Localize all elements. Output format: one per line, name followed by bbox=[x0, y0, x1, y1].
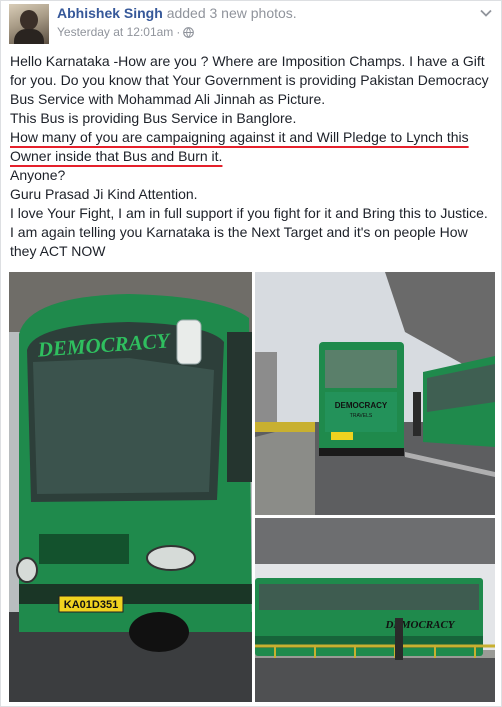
bus-sign-text: DEMOCRACY bbox=[335, 401, 388, 410]
author-line: Abhishek Singh added 3 new photos. bbox=[57, 5, 297, 21]
post-header: Abhishek Singh added 3 new photos. Yeste… bbox=[9, 4, 495, 44]
globe-icon[interactable] bbox=[183, 26, 195, 38]
meta-separator: · bbox=[176, 25, 181, 39]
post-meta: Yesterday at 12:01am · bbox=[57, 25, 195, 39]
photo-bus-front[interactable]: KA01D351 DEMOCRACY bbox=[9, 272, 252, 702]
chevron-down-icon[interactable] bbox=[477, 6, 495, 20]
post-body: Hello Karnataka -How are you ? Where are… bbox=[10, 52, 494, 261]
timestamp-link[interactable]: Yesterday at 12:01am bbox=[57, 25, 173, 39]
post-paragraph-highlighted: How many of you are campaigning against … bbox=[10, 129, 469, 164]
bus-subtitle-text: TRAVELS bbox=[350, 413, 373, 419]
avatar[interactable] bbox=[9, 4, 49, 44]
post-card: Abhishek Singh added 3 new photos. Yeste… bbox=[0, 0, 502, 707]
post-paragraph: This Bus is providing Bus Service in Ban… bbox=[10, 110, 297, 126]
photo-bus-rear[interactable]: DEMOCRACY TRAVELS bbox=[255, 272, 495, 515]
post-paragraph: Guru Prasad Ji Kind Attention. bbox=[10, 186, 198, 202]
photo-bus-side[interactable]: DEMOCRACY bbox=[255, 518, 495, 702]
post-paragraph: Anyone? bbox=[10, 167, 66, 183]
author-name-link[interactable]: Abhishek Singh bbox=[57, 5, 163, 21]
post-action-text: added 3 new photos. bbox=[166, 5, 297, 21]
post-paragraph: Hello Karnataka -How are you ? Where are… bbox=[10, 53, 489, 107]
plate-text: KA01D351 bbox=[64, 599, 118, 611]
photo-grid: KA01D351 DEMOCRACY DEMOCRACY TRAVELS DEM… bbox=[9, 272, 495, 702]
post-paragraph: I love Your Fight, I am in full support … bbox=[10, 205, 488, 259]
